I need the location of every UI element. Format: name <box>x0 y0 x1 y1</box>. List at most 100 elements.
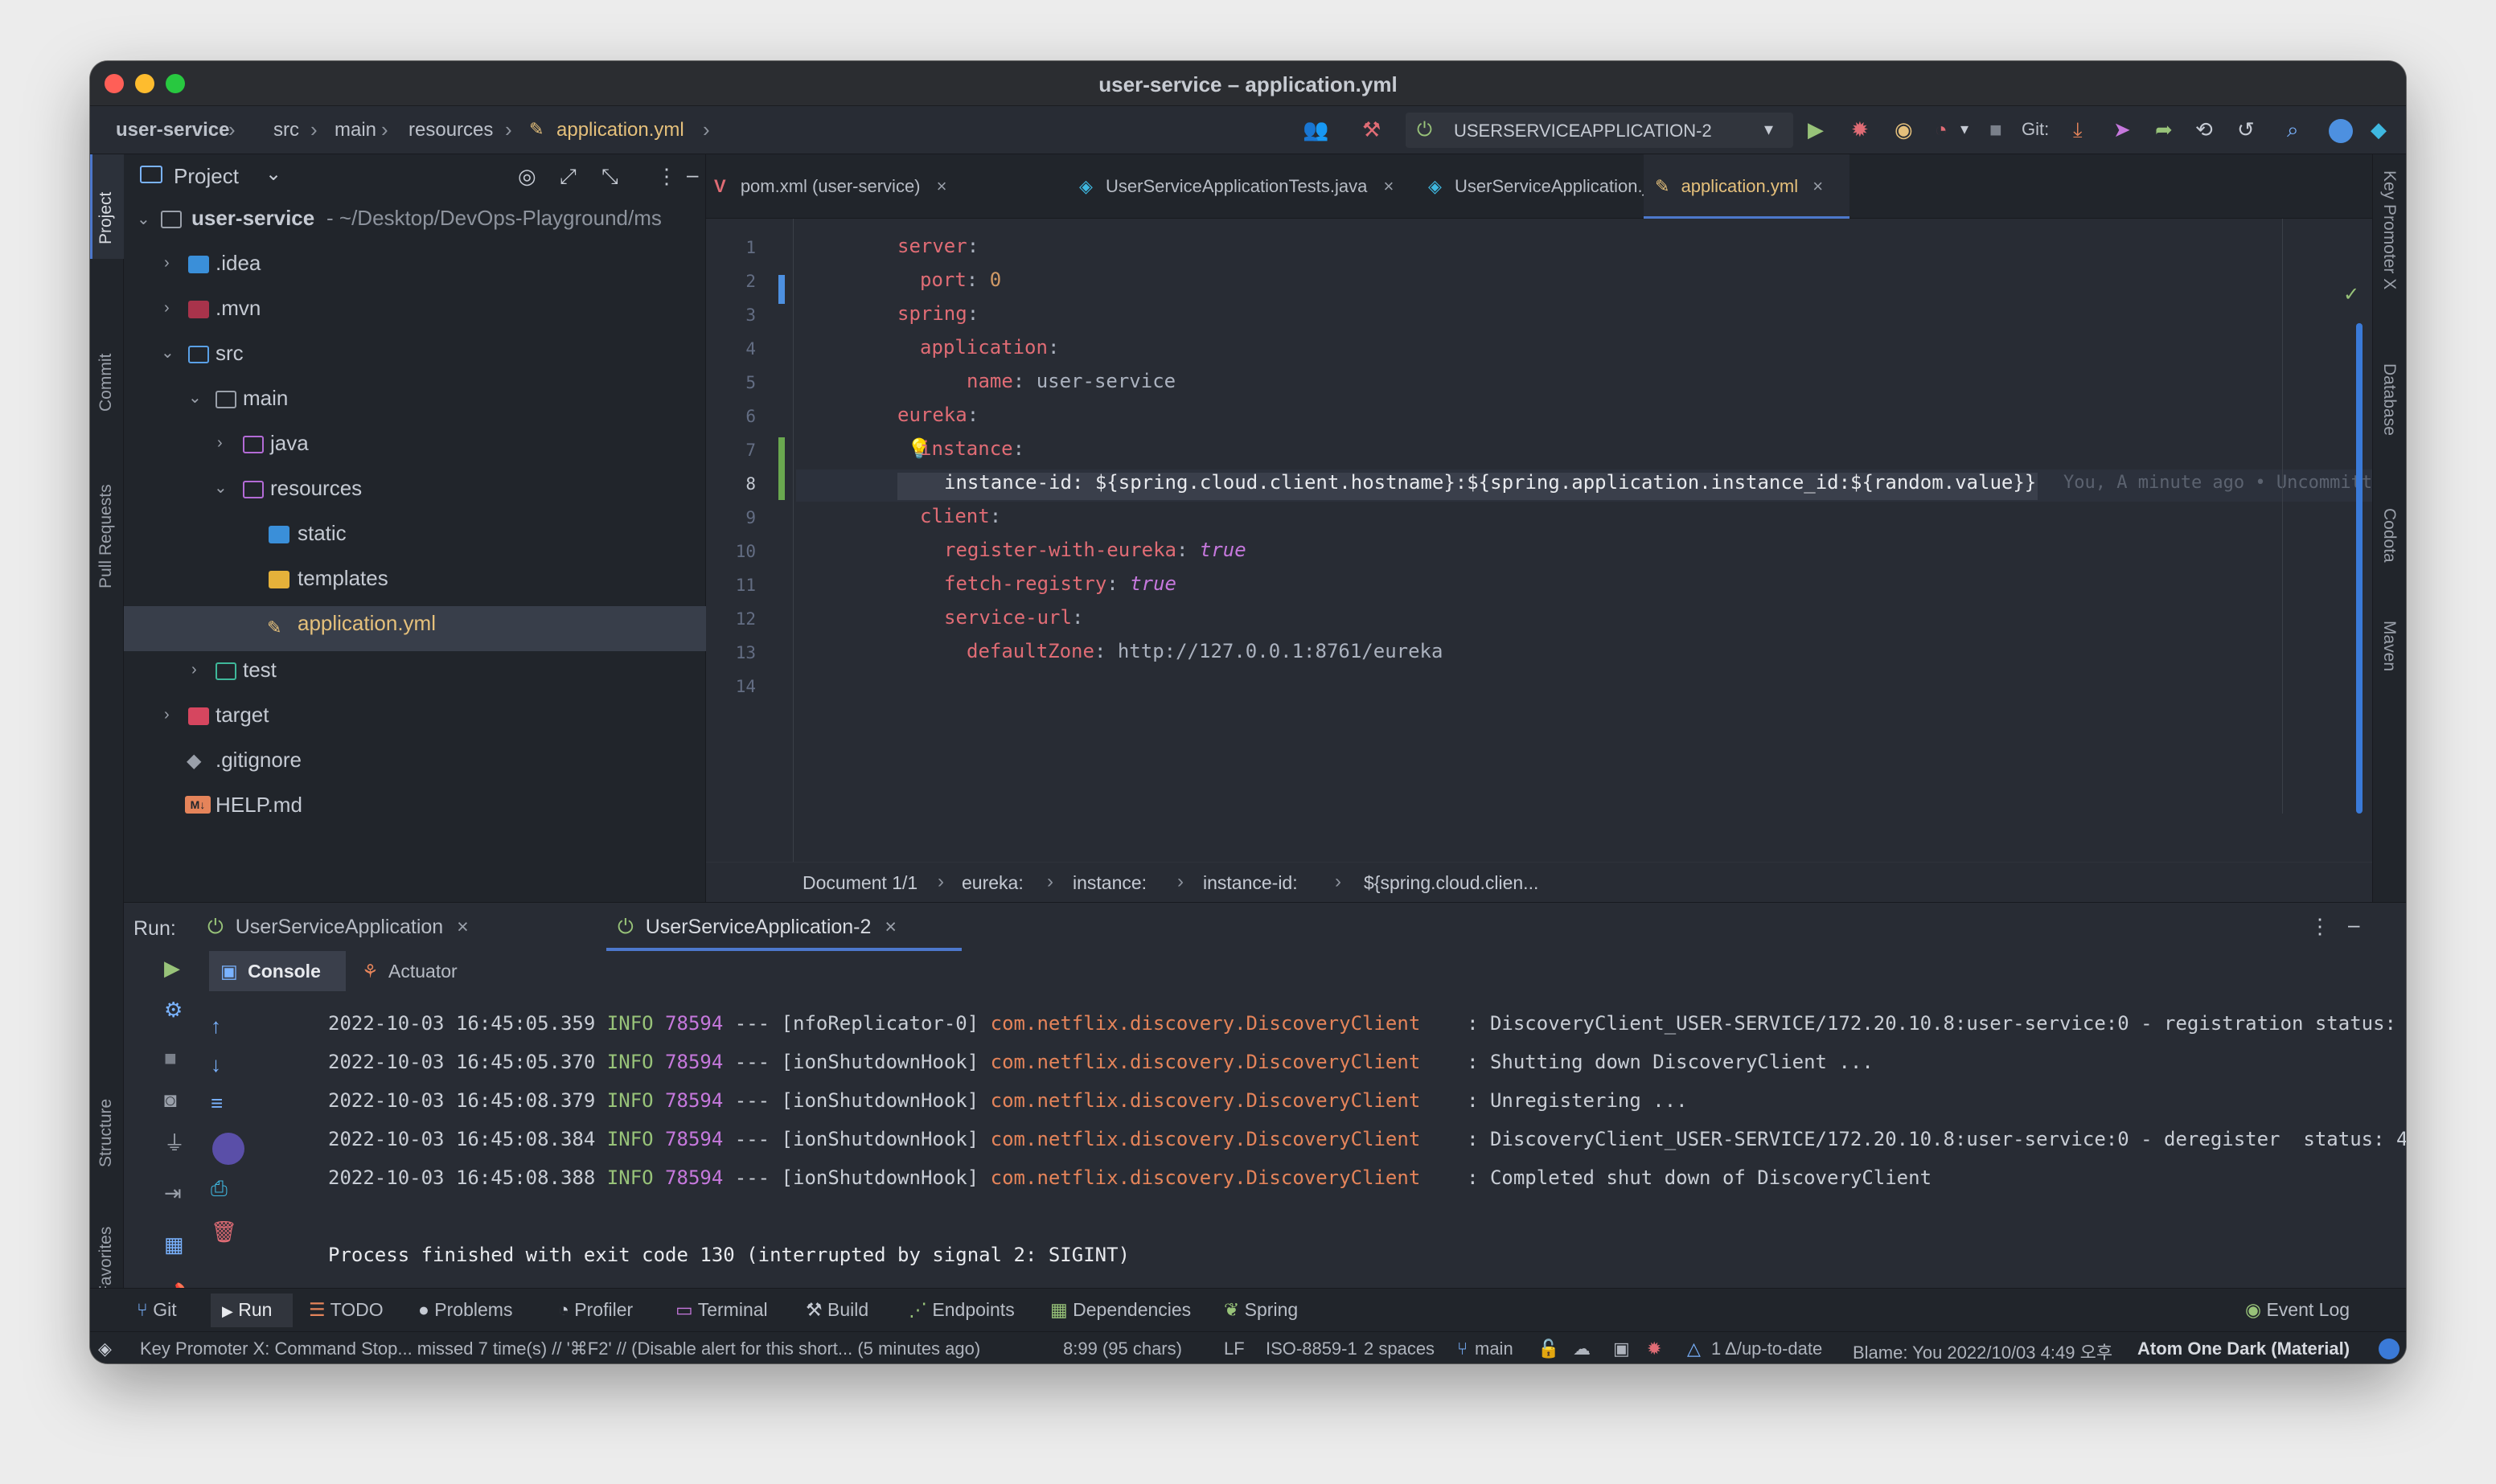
toolwindow-run[interactable]: ▶ Run <box>222 1299 272 1321</box>
toolwindow-spring[interactable]: ❦ Spring <box>1224 1299 1298 1321</box>
breadcrumb-value[interactable]: ${spring.cloud.clien... <box>1364 872 1538 894</box>
bug-icon[interactable]: ✹ <box>1647 1338 1661 1359</box>
run-tab-user-service-application-2[interactable]: ⏻ UserServiceApplication-2 × <box>606 903 962 951</box>
clear-all-icon[interactable]: 🗑 <box>211 1220 237 1244</box>
lock-icon[interactable]: 🔓 <box>1537 1338 1559 1359</box>
breadcrumb-instance-id[interactable]: instance-id: <box>1203 872 1298 894</box>
terminal-icon[interactable]: ▣ <box>1613 1338 1630 1359</box>
scroll-to-end-icon[interactable] <box>212 1133 244 1165</box>
status-line-separator[interactable]: LF <box>1224 1338 1245 1359</box>
log-line[interactable]: 2022-10-03 16:45:08.388 INFO 78594 --- [… <box>328 1166 1932 1189</box>
update-icon[interactable] <box>2329 119 2353 143</box>
close-icon[interactable]: × <box>885 916 897 938</box>
chevron-down-icon[interactable]: ⌄ <box>137 209 150 229</box>
tree-item-resources[interactable]: resources <box>270 476 362 501</box>
structure-tool-label[interactable]: Structure <box>96 1099 116 1167</box>
key-promoter-tool-label[interactable]: Key Promoter X <box>2379 170 2399 289</box>
git-rollback-icon[interactable]: ↺ <box>2237 117 2255 141</box>
soft-wrap-icon[interactable]: ≡ <box>211 1091 223 1115</box>
toolwindow-profiler[interactable]: ◔ Profiler <box>558 1299 633 1321</box>
maven-tool-label[interactable]: Maven <box>2379 621 2399 671</box>
close-icon[interactable]: × <box>937 176 947 196</box>
codota-tool-label[interactable]: Codota <box>2379 508 2399 563</box>
tree-item-java[interactable]: java <box>270 431 309 456</box>
breadcrumb-eureka[interactable]: eureka: <box>962 872 1024 894</box>
close-icon[interactable]: × <box>457 916 469 938</box>
chevron-down-icon[interactable]: ▾ <box>1960 117 1968 141</box>
tree-item-target[interactable]: target <box>216 703 269 728</box>
log-line[interactable]: 2022-10-03 16:45:08.384 INFO 78594 --- [… <box>328 1128 2406 1150</box>
chevron-down-icon[interactable]: ⌄ <box>188 387 202 408</box>
debug-icon[interactable]: ✹ <box>1851 117 1869 141</box>
tree-item-src[interactable]: src <box>216 341 244 366</box>
profiler-icon[interactable]: ◔ <box>1935 117 1948 141</box>
project-view-title[interactable]: Project <box>174 164 239 189</box>
tree-item-mvn[interactable]: .mvn <box>216 296 261 321</box>
code-line-8[interactable]: instance-id: ${spring.cloud.client.hostn… <box>944 471 2036 494</box>
nav-crumb-file[interactable]: application.yml <box>556 119 684 141</box>
status-branch[interactable]: main <box>1475 1338 1513 1359</box>
code-line-13[interactable]: defaultZone: http://127.0.0.1:8761/eurek… <box>967 640 1443 662</box>
stop-icon[interactable]: ■ <box>1989 117 2002 141</box>
chevron-down-icon[interactable]: ⌄ <box>214 478 228 498</box>
code-line-1[interactable]: server: <box>897 235 979 257</box>
tree-item-static[interactable]: static <box>298 521 347 546</box>
search-icon[interactable]: ⌕ <box>2287 117 2299 141</box>
pull-requests-tool-label[interactable]: Pull Requests <box>96 484 116 588</box>
more-options-icon[interactable]: ⋮ <box>656 164 677 188</box>
tree-item-test[interactable]: test <box>243 658 277 683</box>
toolwindow-problems[interactable]: ● Problems <box>418 1299 512 1321</box>
hide-panel-icon[interactable]: – <box>687 162 698 187</box>
editor-scrollbar[interactable] <box>2356 323 2363 814</box>
tab-application-yml[interactable]: ✎ application.yml × <box>1644 154 1849 219</box>
status-theme[interactable]: Atom One Dark (Material) <box>2137 1338 2350 1359</box>
log-line[interactable]: 2022-10-03 16:45:05.370 INFO 78594 --- [… <box>328 1051 1874 1073</box>
run-icon[interactable]: ▶ <box>1808 117 1824 141</box>
nav-crumb-main[interactable]: main <box>335 119 376 141</box>
code-line-2[interactable]: port: 0 <box>920 269 1001 291</box>
chevron-right-icon[interactable]: › <box>164 299 170 318</box>
camera-icon[interactable]: ◙ <box>164 1088 177 1112</box>
chevron-right-icon[interactable]: › <box>164 706 170 724</box>
chevron-down-icon[interactable]: ⌄ <box>161 342 174 363</box>
tree-item-application-yml[interactable]: application.yml <box>298 611 436 636</box>
commit-tool-label[interactable]: Commit <box>96 354 116 412</box>
git-commit-push-icon[interactable]: ➦ <box>2155 117 2173 141</box>
settings-gear-icon[interactable]: ⚙ <box>164 998 183 1022</box>
scroll-up-icon[interactable]: ↑ <box>211 1014 221 1038</box>
status-vcs[interactable]: 1 Δ/up-to-date <box>1711 1338 1822 1359</box>
breadcrumb-document[interactable]: Document 1/1 <box>803 872 918 894</box>
toolwindow-build[interactable]: ⚒ Build <box>806 1299 868 1321</box>
hide-panel-icon[interactable]: – <box>2348 912 2359 937</box>
chevron-right-icon[interactable]: › <box>191 661 197 679</box>
code-line-10[interactable]: register-with-eureka: true <box>944 539 1246 561</box>
print-icon[interactable]: ⎙ <box>211 1176 228 1200</box>
git-push-icon[interactable]: ➤ <box>2113 117 2131 141</box>
log-line[interactable]: 2022-10-03 16:45:08.379 INFO 78594 --- [… <box>328 1089 1688 1112</box>
close-icon[interactable]: × <box>1812 176 1823 196</box>
expand-all-icon[interactable]: ⤢ <box>560 164 577 188</box>
git-history-icon[interactable]: ⟲ <box>2195 117 2213 141</box>
code-line-5[interactable]: name: user-service <box>967 370 1176 392</box>
notification-icon[interactable] <box>2379 1338 2400 1359</box>
locate-file-icon[interactable]: ◎ <box>518 164 536 188</box>
code-line-6[interactable]: eureka: <box>897 404 979 426</box>
project-tool-label[interactable]: Project <box>96 192 116 244</box>
vcs-modified-marker[interactable] <box>778 275 785 304</box>
subtab-actuator[interactable]: ⚘ Actuator <box>362 951 458 991</box>
chevron-down-icon[interactable]: ⌄ <box>265 162 281 186</box>
toolwindow-event-log[interactable]: ◉ Event Log <box>2245 1299 2350 1321</box>
process-exit-message[interactable]: Process finished with exit code 130 (int… <box>328 1244 1130 1266</box>
layout-icon[interactable]: ▦ <box>164 1232 184 1256</box>
code-line-7[interactable]: instance: <box>920 437 1024 460</box>
subtab-console[interactable]: ▣ Console <box>209 951 346 991</box>
git-update-icon[interactable]: ⤓ <box>2073 117 2083 141</box>
status-encoding[interactable]: ISO-8859-1 <box>1266 1338 1357 1359</box>
tree-item-templates[interactable]: templates <box>298 566 388 591</box>
status-caret-position[interactable]: 8:99 (95 chars) <box>1063 1338 1182 1359</box>
status-blame[interactable]: Blame: You 2022/10/03 4:49 오후 <box>1853 1338 2112 1363</box>
nav-crumb-project[interactable]: user-service <box>116 119 229 141</box>
chevron-right-icon[interactable]: › <box>217 434 223 453</box>
tab-user-service-application-tests[interactable]: ◈ UserServiceApplicationTests.java × <box>1079 154 1394 219</box>
tree-item-main[interactable]: main <box>243 386 288 411</box>
